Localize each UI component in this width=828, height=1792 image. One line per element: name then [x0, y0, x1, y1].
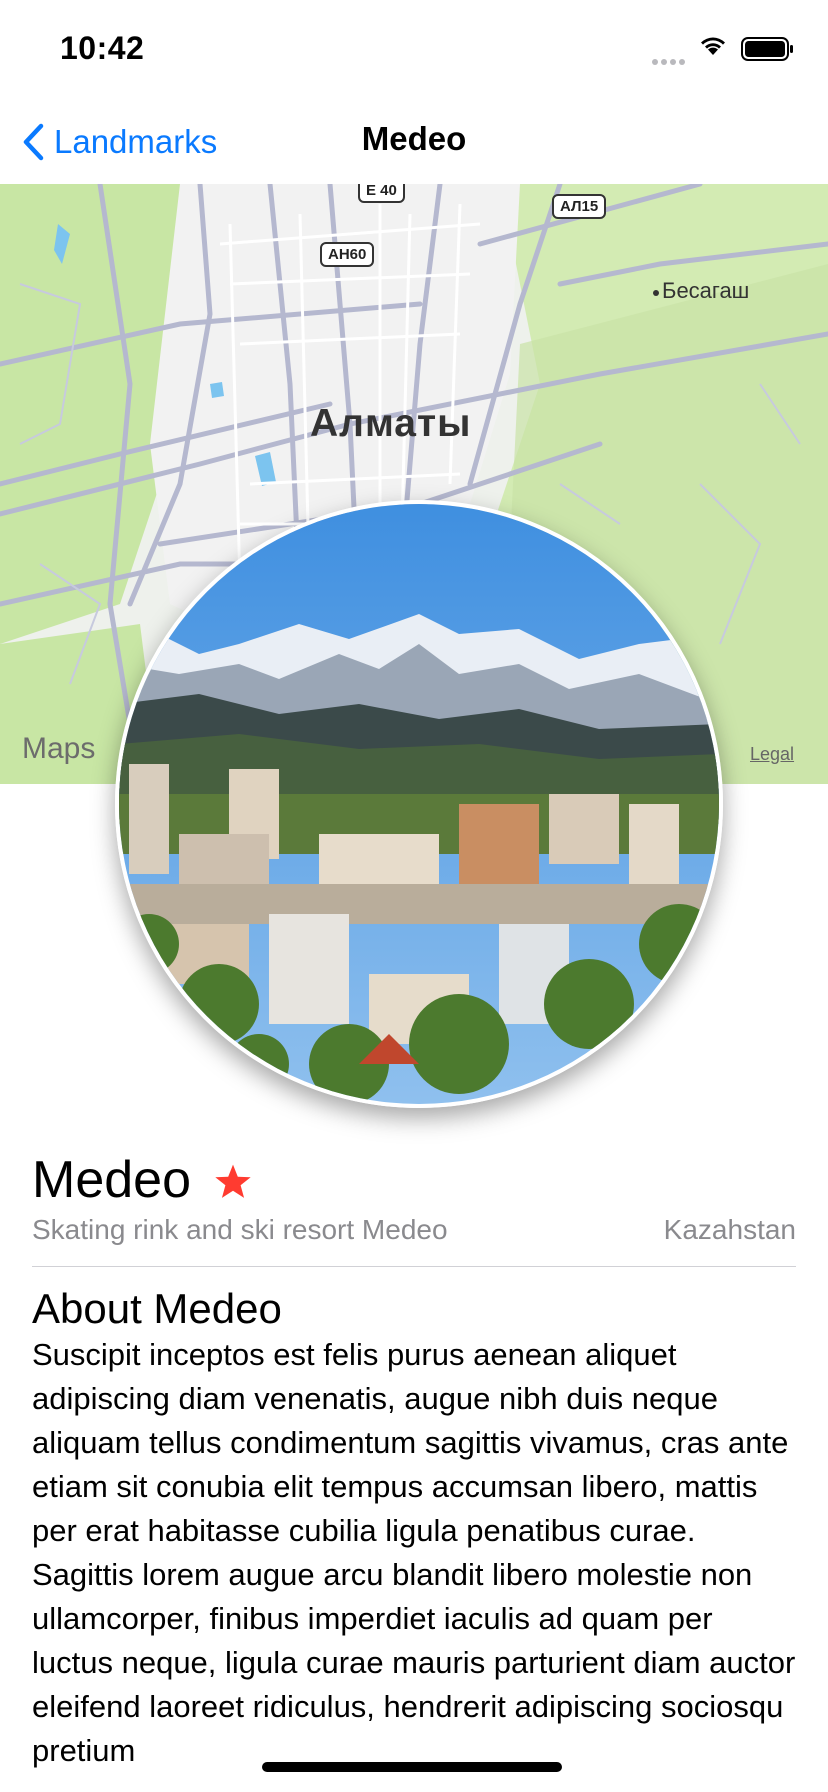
map-city-label: Алматы: [310, 402, 472, 445]
park-label: Skating rink and ski resort Medeo: [32, 1214, 448, 1245]
road-shield-e40: E 40: [358, 184, 405, 203]
legal-link[interactable]: Legal: [750, 744, 794, 765]
apple-maps-logo: Maps: [22, 732, 96, 765]
battery-icon: [741, 37, 793, 61]
about-heading: About Medeo: [32, 1285, 282, 1332]
home-indicator[interactable]: [262, 1762, 562, 1772]
landmark-details: Medeo Skating rink and ski resort Medeo …: [32, 1150, 796, 1773]
state-label: Kazahstan: [663, 1214, 796, 1245]
title-row: Medeo: [32, 1150, 796, 1210]
status-bar: 10:42: [0, 0, 828, 100]
favorite-star-icon[interactable]: [213, 1163, 253, 1201]
about-description: Suscipit inceptos est felis purus aenean…: [32, 1337, 796, 1768]
landmark-image: [115, 500, 723, 1108]
landmark-photo: [119, 504, 719, 1104]
divider: [32, 1266, 796, 1267]
navigation-bar: Landmarks Medeo: [0, 100, 828, 184]
road-shield-ah60: AH60: [320, 242, 375, 267]
road-shield-al15: АЛ15: [552, 194, 607, 219]
landmark-name: Medeo: [32, 1151, 191, 1209]
nav-title: Medeo: [361, 120, 467, 157]
status-time: 10:42: [60, 30, 145, 66]
wifi-icon: [701, 37, 725, 55]
meta-row: Skating rink and ski resort Medeo Kazahs…: [32, 1214, 796, 1246]
cellular-signal-icon: [652, 52, 692, 65]
map-village-label: Бесагаш: [652, 278, 750, 303]
